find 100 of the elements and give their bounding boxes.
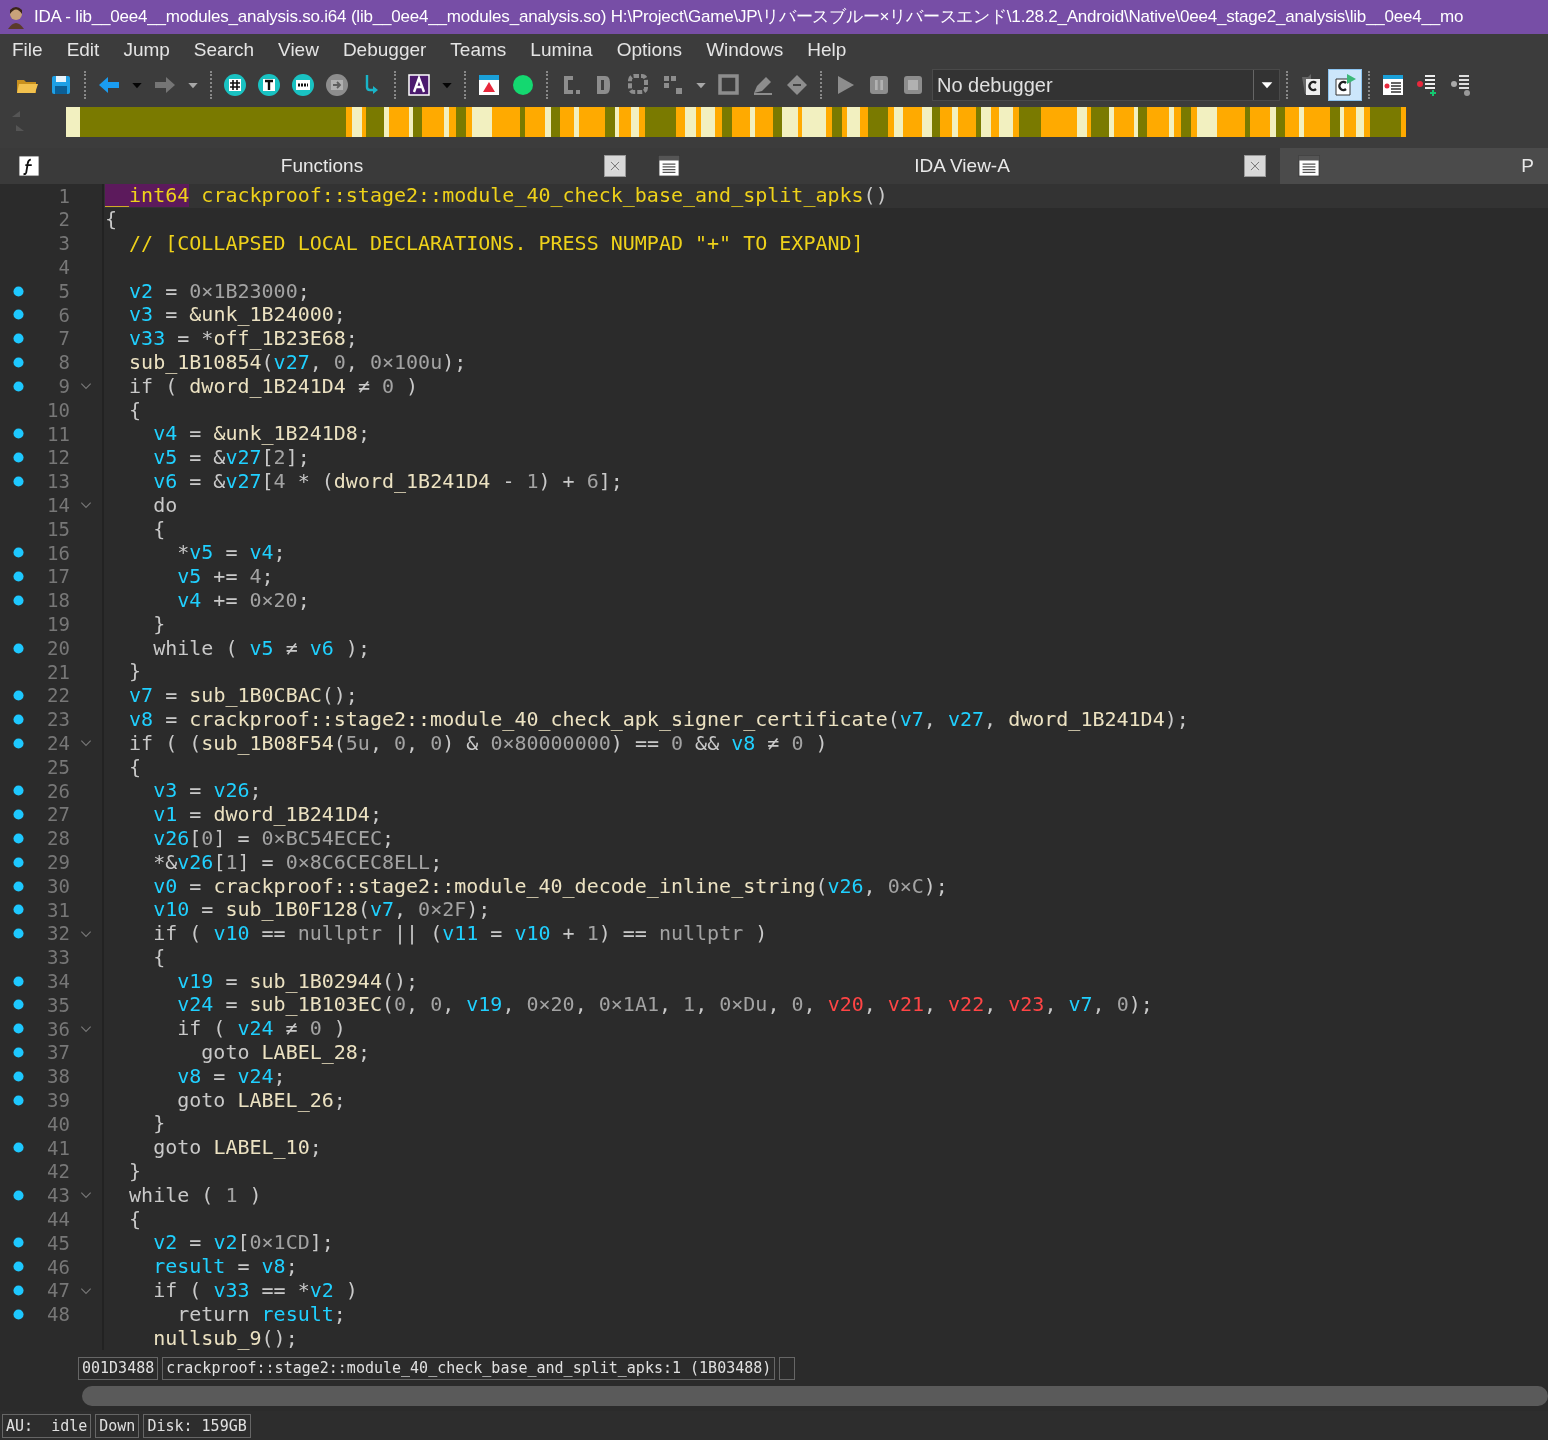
line-number: 30 (47, 874, 70, 897)
code-line: while ( v5 ≠ v6 ); (152, 636, 370, 660)
menu-item[interactable]: Windows (694, 35, 796, 65)
line-number: 22 (47, 684, 70, 707)
line-number: 13 (47, 470, 70, 493)
code-line: *v5 = v4; (176, 541, 286, 565)
array-icon (661, 73, 685, 97)
code-line: } (128, 1160, 142, 1184)
menu-item[interactable]: Edit (54, 35, 112, 65)
color-icon (407, 73, 431, 97)
list-icon (1381, 73, 1405, 97)
code-line: result = v8; (152, 1255, 298, 1279)
list-add-icon (1415, 73, 1439, 97)
line-number: 27 (47, 803, 70, 826)
window-icon (658, 155, 680, 177)
location-field: crackproof::stage2::module_40_check_base_and_split_apks:1 (1B03488) (162, 1356, 776, 1380)
code-line: sub_1B10854(v27, 0, 0×100u); (128, 350, 467, 374)
menu-item[interactable]: Help (795, 35, 859, 65)
line-number: 46 (47, 1255, 70, 1278)
menu-item[interactable]: Jump (111, 35, 182, 65)
document-play-icon (1333, 73, 1357, 97)
code-line: __int64 crackproof::stage2::module_40_check_base_and_split_apks() (105, 184, 888, 208)
line-number: 29 (47, 850, 70, 873)
code-line: { (128, 1207, 142, 1231)
menu-item[interactable]: Search (181, 35, 267, 65)
code-line: } (152, 1112, 166, 1136)
code-line: goto LABEL_28; (200, 1041, 370, 1065)
text-icon (257, 73, 281, 97)
code-line: v5 += 4; (176, 565, 274, 589)
line-number: 25 (47, 755, 70, 778)
line-number: 21 (47, 660, 70, 683)
function-icon (18, 155, 40, 177)
code-line: v2 = v2[0×1CD]; (152, 1231, 334, 1255)
line-number: 24 (47, 732, 70, 754)
code-line: { (128, 398, 142, 422)
code-line: while ( 1 ) (128, 1183, 262, 1207)
code-line: if ( v10 == nullptr || (v11 = v10 + 1) == nullptr ) (152, 922, 768, 946)
code-line: v5 = &v27[2]; (152, 446, 310, 470)
code-line: v10 = sub_1B0F128(v7, 0×2F); (152, 898, 491, 922)
code-line: v4 += 0×20; (176, 588, 310, 612)
menu-item[interactable]: Lumina (518, 35, 605, 65)
code-line: goto LABEL_10; (152, 1136, 322, 1160)
code-line: v3 = &unk_1B24000; (128, 303, 346, 327)
code-line: if ( v24 ≠ 0 ) (176, 1017, 346, 1041)
line-number: 10 (47, 398, 70, 421)
line-number: 47 (47, 1279, 70, 1302)
line-number: 32 (47, 922, 70, 945)
line-number: 42 (47, 1160, 70, 1183)
code-line: v6 = &v27[4 * (dword_1B241D4 - 1) + 6]; (152, 469, 623, 493)
code-line: } (128, 660, 142, 684)
pause-icon (867, 73, 891, 97)
line-number: 14 (47, 494, 70, 516)
code-line: return result; (176, 1302, 346, 1326)
code-line: v33 = *off_1B23E68; (128, 327, 358, 351)
line-number: 33 (47, 946, 70, 969)
code-line: { (105, 208, 118, 232)
line-number: 40 (47, 1112, 70, 1135)
debugger-select[interactable]: No debugger (932, 69, 1280, 101)
line-number: 5 (58, 279, 70, 302)
line-number: 3 (58, 232, 70, 255)
line-number: 37 (47, 1041, 70, 1064)
code-line: v8 = crackproof::stage2::module_40_check_apk_signer_certificate(v7, v27, dword_1B241D4); (128, 707, 1189, 731)
line-number: 23 (47, 708, 70, 731)
menu-item[interactable]: View (266, 35, 331, 65)
line-number: 36 (47, 1017, 70, 1040)
line-number: 9 (58, 375, 70, 398)
scrollbar[interactable] (82, 1386, 1548, 1406)
code-line: { (152, 945, 166, 969)
warning-icon (477, 73, 501, 97)
line-number: 41 (47, 1136, 70, 1159)
window-icon (1298, 155, 1320, 177)
line-number: 4 (58, 256, 70, 279)
menu-item[interactable]: Teams (438, 35, 519, 65)
bracket-icon (717, 73, 741, 97)
close-button[interactable] (604, 155, 626, 177)
code-line: v7 = sub_1B0CBAC(); (128, 684, 358, 708)
toolbar-button[interactable] (1328, 69, 1362, 101)
menu-item[interactable]: Debugger (330, 35, 439, 65)
line-number: 17 (47, 565, 70, 588)
address-field: 001D3488 (78, 1356, 159, 1380)
line-number: 44 (47, 1207, 70, 1230)
code-line: *&v26[1] = 0×8C6CEC8ELL; (152, 850, 443, 874)
line-number: 15 (47, 517, 70, 540)
line-number: 11 (47, 422, 70, 445)
document-icon (1299, 73, 1323, 97)
line-number: 26 (47, 779, 70, 802)
navigation-band-drawing[interactable] (66, 107, 1406, 137)
line-number: 18 (47, 589, 70, 612)
code-line: { (152, 517, 166, 541)
status-field: Down (95, 1413, 140, 1438)
menu-item[interactable]: File (0, 35, 55, 65)
jump-icon (325, 73, 349, 97)
tab[interactable]: P (1280, 148, 1548, 184)
menu-item[interactable]: Options (604, 35, 695, 65)
line-number: 31 (47, 898, 70, 921)
line-number: 8 (58, 351, 70, 374)
close-button[interactable] (1244, 155, 1266, 177)
empty-field (779, 1356, 796, 1380)
code-line: v4 = &unk_1B241D8; (152, 422, 370, 446)
line-number: 48 (47, 1303, 70, 1326)
